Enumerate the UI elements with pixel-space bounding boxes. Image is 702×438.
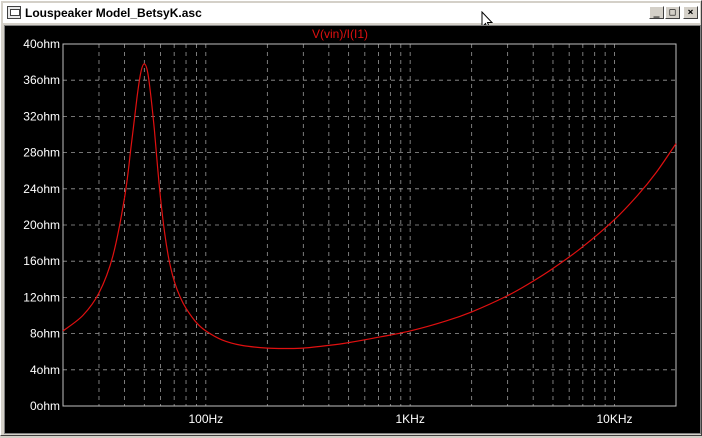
impedance-trace [62, 63, 677, 350]
window-title: Louspeaker Model_BetsyK.asc [25, 6, 202, 20]
window-icon[interactable] [7, 6, 21, 19]
y-tick-label: 28ohm [23, 146, 60, 160]
impedance-chart: 0ohm 4ohm 8ohm 12ohm 16ohm 20ohm 24ohm 28ohm 32o… [23, 27, 677, 426]
x-tick-label: 10KHz [596, 412, 632, 426]
maximize-button[interactable]: □ [665, 6, 680, 19]
y-tick-label: 0ohm [30, 399, 60, 413]
close-button[interactable]: × [683, 6, 698, 19]
y-tick-label: 24ohm [23, 182, 60, 196]
app-window: Louspeaker Model_BetsyK.asc _ □ × 0ohm 4o… [0, 0, 702, 436]
y-tick-label: 4ohm [30, 363, 60, 377]
y-tick-label: 20ohm [23, 218, 60, 232]
y-tick-label: 32ohm [23, 109, 60, 123]
plot-pane[interactable]: 0ohm 4ohm 8ohm 12ohm 16ohm 20ohm 24ohm 28ohm 32o… [4, 25, 701, 434]
title-bar[interactable]: Louspeaker Model_BetsyK.asc _ □ × [3, 3, 700, 23]
minimize-button[interactable]: _ [649, 6, 664, 19]
chart-title: V(vin)/I(I1) [312, 27, 368, 41]
y-tick-label: 12ohm [23, 290, 60, 304]
y-tick-label: 8ohm [30, 327, 60, 341]
x-tick-label: 100Hz [188, 412, 223, 426]
x-tick-label: 1KHz [395, 412, 424, 426]
y-tick-label: 16ohm [23, 254, 60, 268]
y-tick-label: 36ohm [23, 73, 60, 87]
y-tick-label: 40ohm [23, 37, 60, 51]
